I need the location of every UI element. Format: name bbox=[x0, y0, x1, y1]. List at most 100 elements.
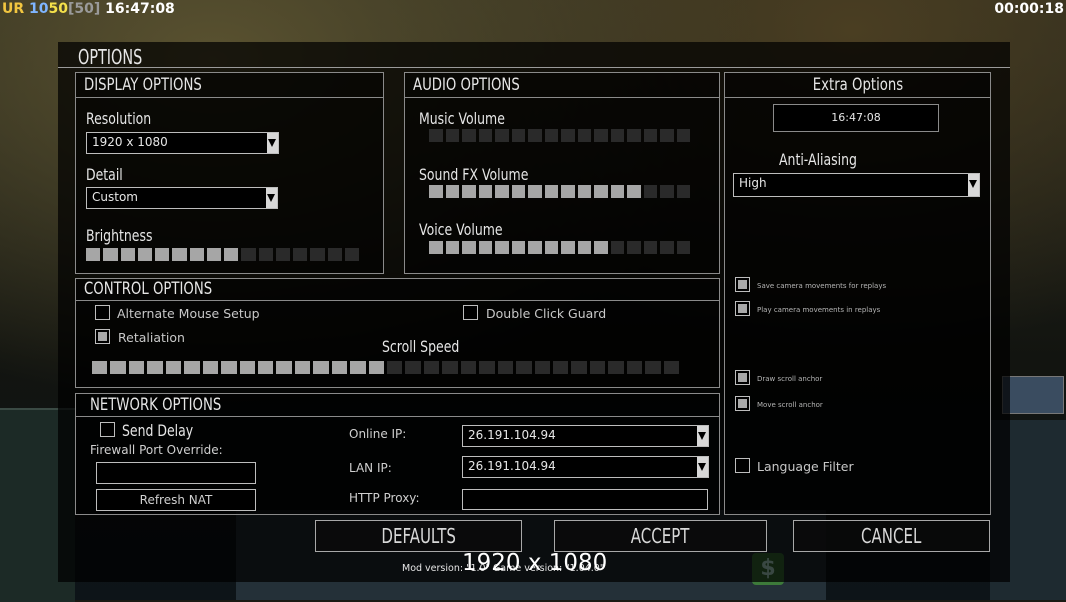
slider-segment[interactable] bbox=[561, 129, 575, 142]
slider-segment[interactable] bbox=[643, 129, 657, 142]
slider-segment[interactable] bbox=[626, 361, 643, 374]
slider-segment[interactable] bbox=[344, 248, 359, 261]
slider-segment[interactable] bbox=[594, 241, 608, 254]
slider-segment[interactable] bbox=[608, 361, 624, 374]
slider-segment[interactable] bbox=[660, 185, 674, 198]
slider-segment[interactable] bbox=[561, 185, 575, 198]
scroll-speed-slider[interactable] bbox=[92, 361, 682, 374]
slider-segment[interactable] bbox=[516, 361, 532, 374]
brightness-slider[interactable] bbox=[86, 248, 362, 261]
double-click-guard-checkbox[interactable] bbox=[463, 305, 478, 320]
slider-segment[interactable] bbox=[462, 241, 476, 254]
defaults-button[interactable]: DEFAULTS bbox=[315, 520, 522, 552]
slider-segment[interactable] bbox=[224, 248, 239, 261]
language-filter-checkbox[interactable] bbox=[735, 458, 750, 473]
slider-segment[interactable] bbox=[610, 129, 624, 142]
slider-segment[interactable] bbox=[423, 361, 440, 374]
cancel-button[interactable]: CANCEL bbox=[793, 520, 990, 552]
slider-segment[interactable] bbox=[368, 361, 384, 374]
slider-segment[interactable] bbox=[594, 129, 608, 142]
slider-segment[interactable] bbox=[571, 361, 587, 374]
online-ip-select[interactable]: 26.191.104.94 bbox=[462, 425, 709, 447]
slider-segment[interactable] bbox=[610, 241, 624, 254]
slider-segment[interactable] bbox=[478, 241, 492, 254]
slider-segment[interactable] bbox=[577, 129, 591, 142]
slider-segment[interactable] bbox=[594, 185, 608, 198]
slider-segment[interactable] bbox=[405, 361, 421, 374]
slider-segment[interactable] bbox=[445, 129, 459, 142]
slider-segment[interactable] bbox=[495, 129, 509, 142]
slider-segment[interactable] bbox=[110, 361, 126, 374]
slider-segment[interactable] bbox=[241, 248, 256, 261]
slider-segment[interactable] bbox=[589, 361, 606, 374]
slider-segment[interactable] bbox=[92, 361, 108, 374]
slider-segment[interactable] bbox=[310, 248, 325, 261]
chevron-down-icon[interactable] bbox=[697, 426, 708, 446]
slider-segment[interactable] bbox=[103, 248, 118, 261]
slider-segment[interactable] bbox=[511, 129, 525, 142]
refresh-nat-button[interactable]: Refresh NAT bbox=[96, 489, 256, 511]
move-scroll-anchor-checkbox[interactable] bbox=[735, 396, 750, 411]
slider-segment[interactable] bbox=[460, 361, 477, 374]
slider-segment[interactable] bbox=[293, 248, 308, 261]
slider-segment[interactable] bbox=[645, 361, 661, 374]
send-delay-checkbox[interactable] bbox=[100, 422, 115, 437]
slider-segment[interactable] bbox=[676, 129, 690, 142]
slider-segment[interactable] bbox=[327, 248, 342, 261]
slider-segment[interactable] bbox=[660, 241, 674, 254]
slider-segment[interactable] bbox=[478, 129, 492, 142]
slider-segment[interactable] bbox=[544, 129, 558, 142]
slider-segment[interactable] bbox=[387, 361, 403, 374]
slider-segment[interactable] bbox=[445, 241, 459, 254]
slider-segment[interactable] bbox=[627, 185, 641, 198]
slider-segment[interactable] bbox=[128, 361, 145, 374]
slider-segment[interactable] bbox=[627, 241, 641, 254]
http-proxy-input[interactable] bbox=[462, 489, 708, 510]
slider-segment[interactable] bbox=[257, 361, 274, 374]
slider-segment[interactable] bbox=[462, 129, 476, 142]
slider-segment[interactable] bbox=[275, 248, 290, 261]
slider-segment[interactable] bbox=[552, 361, 569, 374]
slider-segment[interactable] bbox=[660, 129, 674, 142]
slider-segment[interactable] bbox=[528, 129, 542, 142]
slider-segment[interactable] bbox=[643, 185, 657, 198]
slider-segment[interactable] bbox=[429, 241, 443, 254]
slider-segment[interactable] bbox=[511, 185, 525, 198]
slider-segment[interactable] bbox=[221, 361, 237, 374]
slider-segment[interactable] bbox=[577, 241, 591, 254]
anti-aliasing-select[interactable]: High bbox=[733, 173, 980, 197]
slider-segment[interactable] bbox=[676, 185, 690, 198]
chevron-down-icon[interactable] bbox=[968, 174, 979, 196]
slider-segment[interactable] bbox=[189, 248, 204, 261]
slider-segment[interactable] bbox=[478, 185, 492, 198]
slider-segment[interactable] bbox=[528, 185, 542, 198]
slider-segment[interactable] bbox=[258, 248, 273, 261]
slider-segment[interactable] bbox=[120, 248, 135, 261]
slider-segment[interactable] bbox=[239, 361, 255, 374]
resolution-select[interactable]: 1920 x 1080 bbox=[86, 132, 279, 154]
slider-segment[interactable] bbox=[331, 361, 348, 374]
slider-segment[interactable] bbox=[495, 241, 509, 254]
slider-segment[interactable] bbox=[610, 185, 624, 198]
slider-segment[interactable] bbox=[276, 361, 292, 374]
slider-segment[interactable] bbox=[445, 185, 459, 198]
voice-volume-slider[interactable] bbox=[429, 241, 693, 254]
alternate-mouse-checkbox[interactable] bbox=[95, 305, 110, 320]
slider-segment[interactable] bbox=[676, 241, 690, 254]
slider-segment[interactable] bbox=[294, 361, 311, 374]
slider-segment[interactable] bbox=[462, 185, 476, 198]
slider-segment[interactable] bbox=[534, 361, 550, 374]
accept-button[interactable]: ACCEPT bbox=[554, 520, 767, 552]
slider-segment[interactable] bbox=[86, 248, 101, 261]
slider-segment[interactable] bbox=[495, 185, 509, 198]
slider-segment[interactable] bbox=[313, 361, 329, 374]
draw-scroll-anchor-checkbox[interactable] bbox=[735, 370, 750, 385]
slider-segment[interactable] bbox=[206, 248, 221, 261]
slider-segment[interactable] bbox=[544, 241, 558, 254]
chevron-down-icon[interactable] bbox=[697, 457, 708, 477]
slider-segment[interactable] bbox=[442, 361, 458, 374]
slider-segment[interactable] bbox=[497, 361, 514, 374]
lan-ip-select[interactable]: 26.191.104.94 bbox=[462, 456, 709, 478]
save-camera-checkbox[interactable] bbox=[735, 277, 750, 292]
slider-segment[interactable] bbox=[202, 361, 219, 374]
